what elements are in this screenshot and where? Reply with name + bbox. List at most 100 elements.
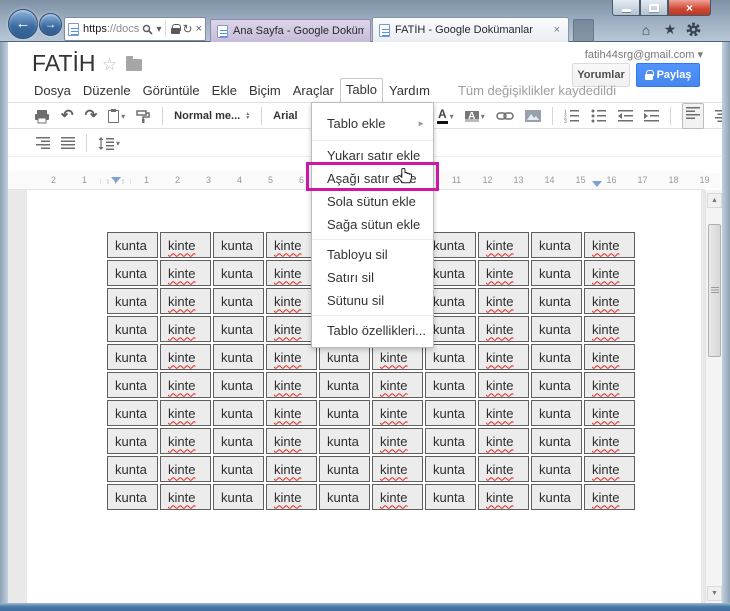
table-cell[interactable]: kunta — [107, 232, 158, 258]
table-cell[interactable]: kinte — [478, 288, 529, 314]
close-button[interactable]: × — [668, 0, 711, 16]
table-cell[interactable]: kunta — [107, 344, 158, 370]
menu-tablo[interactable]: Tablo — [339, 78, 383, 102]
table-cell[interactable]: kunta — [319, 372, 370, 398]
table-cell[interactable]: kunta — [213, 344, 264, 370]
table-cell[interactable]: kinte — [160, 428, 211, 454]
table-cell[interactable]: kunta — [531, 456, 582, 482]
insert-link-icon[interactable] — [495, 110, 514, 122]
menu-dosya[interactable]: Dosya — [28, 80, 77, 102]
table-cell[interactable]: kunta — [213, 260, 264, 286]
table-cell[interactable]: kinte — [160, 344, 211, 370]
menu-bicim[interactable]: Biçim — [243, 80, 287, 102]
table-cell[interactable]: kunta — [107, 484, 158, 510]
ruler-right-indent-marker[interactable] — [592, 181, 602, 187]
table-cell[interactable]: kunta — [213, 428, 264, 454]
table-cell[interactable]: kunta — [319, 428, 370, 454]
url-text[interactable]: https://docs.goo... — [83, 23, 139, 35]
table-cell[interactable]: kunta — [107, 400, 158, 426]
table-cell[interactable]: kinte — [584, 344, 635, 370]
table-cell[interactable]: kinte — [478, 372, 529, 398]
menu-item-tabloyu-sil[interactable]: Tabloyu sil — [312, 243, 433, 266]
star-document-icon[interactable]: ☆ — [102, 55, 117, 75]
paste-dropdown-icon[interactable]: ▾ — [121, 112, 125, 121]
align-left-button[interactable] — [681, 103, 704, 129]
highlight-color-tool[interactable]: A ▾ — [464, 110, 485, 122]
paint-format-icon[interactable] — [136, 109, 151, 124]
table-cell[interactable]: kinte — [478, 316, 529, 342]
table-cell[interactable]: kunta — [425, 428, 476, 454]
table-cell[interactable]: kunta — [107, 260, 158, 286]
scrollbar-thumb[interactable] — [708, 224, 721, 357]
style-selector[interactable]: Normal me... ▲ ▼ — [174, 110, 250, 122]
table-cell[interactable]: kinte — [160, 288, 211, 314]
table-cell[interactable]: kunta — [319, 400, 370, 426]
stop-icon[interactable]: × — [196, 23, 202, 35]
tab-ana-sayfa[interactable]: Ana Sayfa - Google Dokümanlar — [210, 19, 371, 42]
scroll-up-button[interactable]: ▲ — [707, 193, 722, 208]
share-button[interactable]: Paylaş — [636, 63, 700, 87]
maximize-button[interactable] — [640, 0, 668, 16]
table-cell[interactable]: kinte — [266, 456, 317, 482]
forward-button[interactable]: → — [39, 13, 62, 36]
table-cell[interactable]: kunta — [531, 484, 582, 510]
line-spacing-tool[interactable]: ▾ — [98, 136, 120, 150]
menu-item-tablo-ozellikleri[interactable]: Tablo özellikleri... — [312, 319, 433, 342]
table-cell[interactable]: kinte — [266, 484, 317, 510]
table-cell[interactable]: kunta — [531, 316, 582, 342]
table-cell[interactable]: kinte — [584, 428, 635, 454]
table-cell[interactable]: kunta — [107, 456, 158, 482]
table-cell[interactable]: kinte — [160, 456, 211, 482]
table-cell[interactable]: kunta — [531, 288, 582, 314]
table-cell[interactable]: kunta — [213, 484, 264, 510]
menu-item-sutunu-sil[interactable]: Sütunu sil — [312, 289, 433, 312]
table-cell[interactable]: kinte — [266, 344, 317, 370]
home-icon[interactable]: ⌂ — [638, 22, 654, 38]
table-cell[interactable]: kinte — [372, 428, 423, 454]
table-cell[interactable]: kinte — [160, 232, 211, 258]
menu-item-sola-sutun-ekle[interactable]: Sola sütun ekle — [312, 190, 433, 213]
table-cell[interactable]: kinte — [478, 344, 529, 370]
table-cell[interactable]: kunta — [531, 400, 582, 426]
search-dropdown-icon[interactable]: ▾ — [156, 24, 161, 35]
tab-close-icon[interactable]: × — [552, 24, 562, 36]
indent-icon[interactable] — [643, 109, 659, 123]
scroll-down-button[interactable]: ▼ — [707, 586, 722, 601]
table-cell[interactable]: kinte — [266, 400, 317, 426]
settings-gear-icon[interactable] — [686, 22, 702, 37]
print-icon[interactable] — [34, 109, 50, 124]
table-cell[interactable]: kinte — [160, 372, 211, 398]
numbered-list-icon[interactable]: 1 2 3 — [564, 109, 580, 123]
table-cell[interactable]: kunta — [107, 428, 158, 454]
table-cell[interactable]: kinte — [584, 260, 635, 286]
table-cell[interactable]: kinte — [478, 400, 529, 426]
table-cell[interactable]: kinte — [584, 456, 635, 482]
tab-fatih[interactable]: FATİH - Google Dokümanlar × — [372, 17, 569, 42]
table-cell[interactable]: kunta — [213, 456, 264, 482]
outdent-icon[interactable] — [617, 109, 633, 123]
undo-icon[interactable]: ↶ — [61, 108, 74, 123]
table-cell[interactable]: kinte — [584, 484, 635, 510]
table-cell[interactable]: kinte — [584, 232, 635, 258]
table-cell[interactable]: kinte — [372, 372, 423, 398]
table-cell[interactable]: kinte — [266, 232, 317, 258]
table-cell[interactable]: kinte — [160, 484, 211, 510]
line-spacing-dropdown-icon[interactable]: ▾ — [116, 139, 120, 148]
table-cell[interactable]: kinte — [266, 428, 317, 454]
table-cell[interactable]: kinte — [160, 400, 211, 426]
menu-araclar[interactable]: Araçlar — [287, 80, 340, 102]
highlight-dropdown-icon[interactable]: ▾ — [481, 112, 485, 121]
text-color-tool[interactable]: A ▾ — [437, 108, 454, 124]
table-cell[interactable]: kunta — [319, 456, 370, 482]
table-cell[interactable]: kinte — [478, 456, 529, 482]
table-cell[interactable]: kunta — [425, 484, 476, 510]
account-menu[interactable]: fatih44srg@gmail.com ▾ — [585, 48, 703, 61]
address-bar[interactable]: https://docs.goo... ▾ ↻ × — [64, 17, 206, 41]
menu-yardim[interactable]: Yardım — [383, 80, 436, 102]
table-cell[interactable]: kinte — [372, 484, 423, 510]
security-lock-icon[interactable] — [170, 24, 181, 34]
table-cell[interactable]: kinte — [266, 260, 317, 286]
new-tab-button[interactable] — [573, 19, 594, 42]
table-cell[interactable]: kinte — [372, 400, 423, 426]
table-cell[interactable]: kunta — [213, 400, 264, 426]
